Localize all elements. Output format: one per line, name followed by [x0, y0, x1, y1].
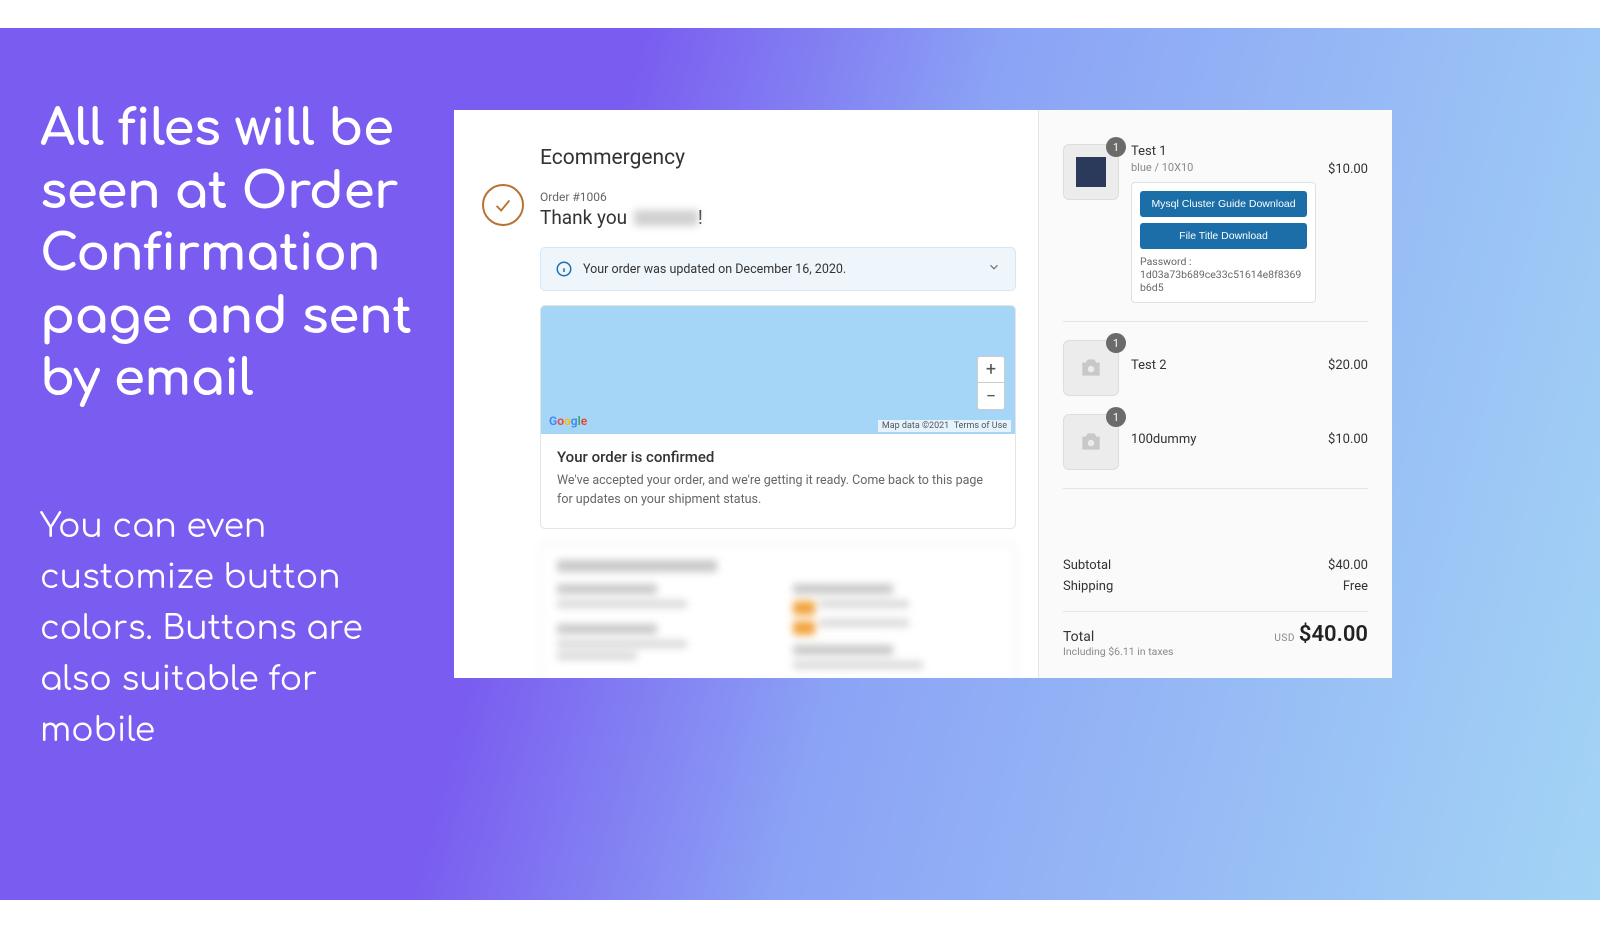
item-thumbnail: 1	[1063, 340, 1119, 396]
promo-text: All files will be seen at Order Confirma…	[40, 98, 440, 756]
download-group: Mysql Cluster Guide Download File Title …	[1131, 182, 1316, 303]
item-price: $10.00	[1328, 414, 1368, 447]
notice-text: Your order was updated on December 16, 2…	[583, 262, 846, 277]
totals-section: Subtotal $40.00 Shipping Free Total Incl…	[1063, 555, 1368, 658]
customer-info-card-blurred	[540, 543, 1016, 679]
item-variant: blue / 10X10	[1131, 161, 1316, 174]
currency-code: USD	[1274, 633, 1294, 644]
confirmed-body: We've accepted your order, and we're get…	[557, 472, 999, 510]
order-confirmed-card: Google + − Map data ©2021 Terms of Use Y…	[540, 305, 1016, 529]
promo-headline: All files will be seen at Order Confirma…	[40, 98, 440, 411]
line-item: 1 Test 2 $20.00	[1063, 340, 1368, 414]
total-label: Total	[1063, 629, 1173, 645]
line-item: 1 100dummy $10.00	[1063, 414, 1368, 489]
item-thumbnail: 1	[1063, 414, 1119, 470]
item-qty-badge: 1	[1106, 137, 1126, 157]
item-name: 100dummy	[1131, 432, 1316, 447]
checkout-main: Ecommergency Order #1006 Thank you ! You…	[454, 110, 1038, 678]
item-qty-badge: 1	[1106, 333, 1126, 353]
total-value: $40.00	[1299, 622, 1368, 647]
camera-icon	[1078, 429, 1104, 455]
store-name: Ecommergency	[540, 146, 1016, 170]
download-button[interactable]: File Title Download	[1140, 223, 1307, 249]
confirmed-title: Your order is confirmed	[557, 448, 999, 466]
subtotal-label: Subtotal	[1063, 558, 1111, 573]
subtotal-value: $40.00	[1328, 558, 1368, 573]
google-logo: Google	[549, 414, 587, 428]
line-item: 1 Test 1 blue / 10X10 Mysql Cluster Guid…	[1063, 144, 1368, 322]
map-zoom-controls[interactable]: + −	[977, 356, 1005, 410]
item-name: Test 1	[1131, 144, 1316, 159]
promo-subtext: You can even customize button colors. Bu…	[40, 501, 440, 757]
camera-icon	[1078, 355, 1104, 381]
download-button[interactable]: Mysql Cluster Guide Download	[1140, 191, 1307, 217]
shipping-value: Free	[1343, 579, 1368, 594]
zoom-in-button[interactable]: +	[978, 357, 1004, 383]
item-thumbnail: 1	[1063, 144, 1119, 200]
password-label: Password :	[1140, 255, 1307, 268]
success-check-icon	[482, 184, 524, 226]
item-qty-badge: 1	[1106, 407, 1126, 427]
order-summary-sidebar: 1 Test 1 blue / 10X10 Mysql Cluster Guid…	[1038, 110, 1392, 678]
map-attribution: Map data ©2021 Terms of Use	[878, 420, 1011, 432]
order-update-notice[interactable]: Your order was updated on December 16, 2…	[540, 247, 1016, 291]
chevron-down-icon	[987, 260, 1001, 278]
map[interactable]: Google + − Map data ©2021 Terms of Use	[541, 306, 1015, 434]
order-number: Order #1006	[540, 190, 1016, 204]
item-name: Test 2	[1131, 358, 1316, 373]
zoom-out-button[interactable]: −	[978, 383, 1004, 409]
password-value: 1d03a73b689ce33c51614e8f8369b6d5	[1140, 268, 1307, 294]
thank-you-text: Thank you !	[540, 206, 1016, 229]
info-icon	[555, 260, 573, 278]
checkout-window: Ecommergency Order #1006 Thank you ! You…	[454, 110, 1392, 678]
shipping-label: Shipping	[1063, 579, 1113, 594]
item-price: $10.00	[1328, 144, 1368, 177]
item-price: $20.00	[1328, 340, 1368, 373]
tax-note: Including $6.11 in taxes	[1063, 645, 1173, 658]
customer-name-redacted	[634, 210, 698, 226]
